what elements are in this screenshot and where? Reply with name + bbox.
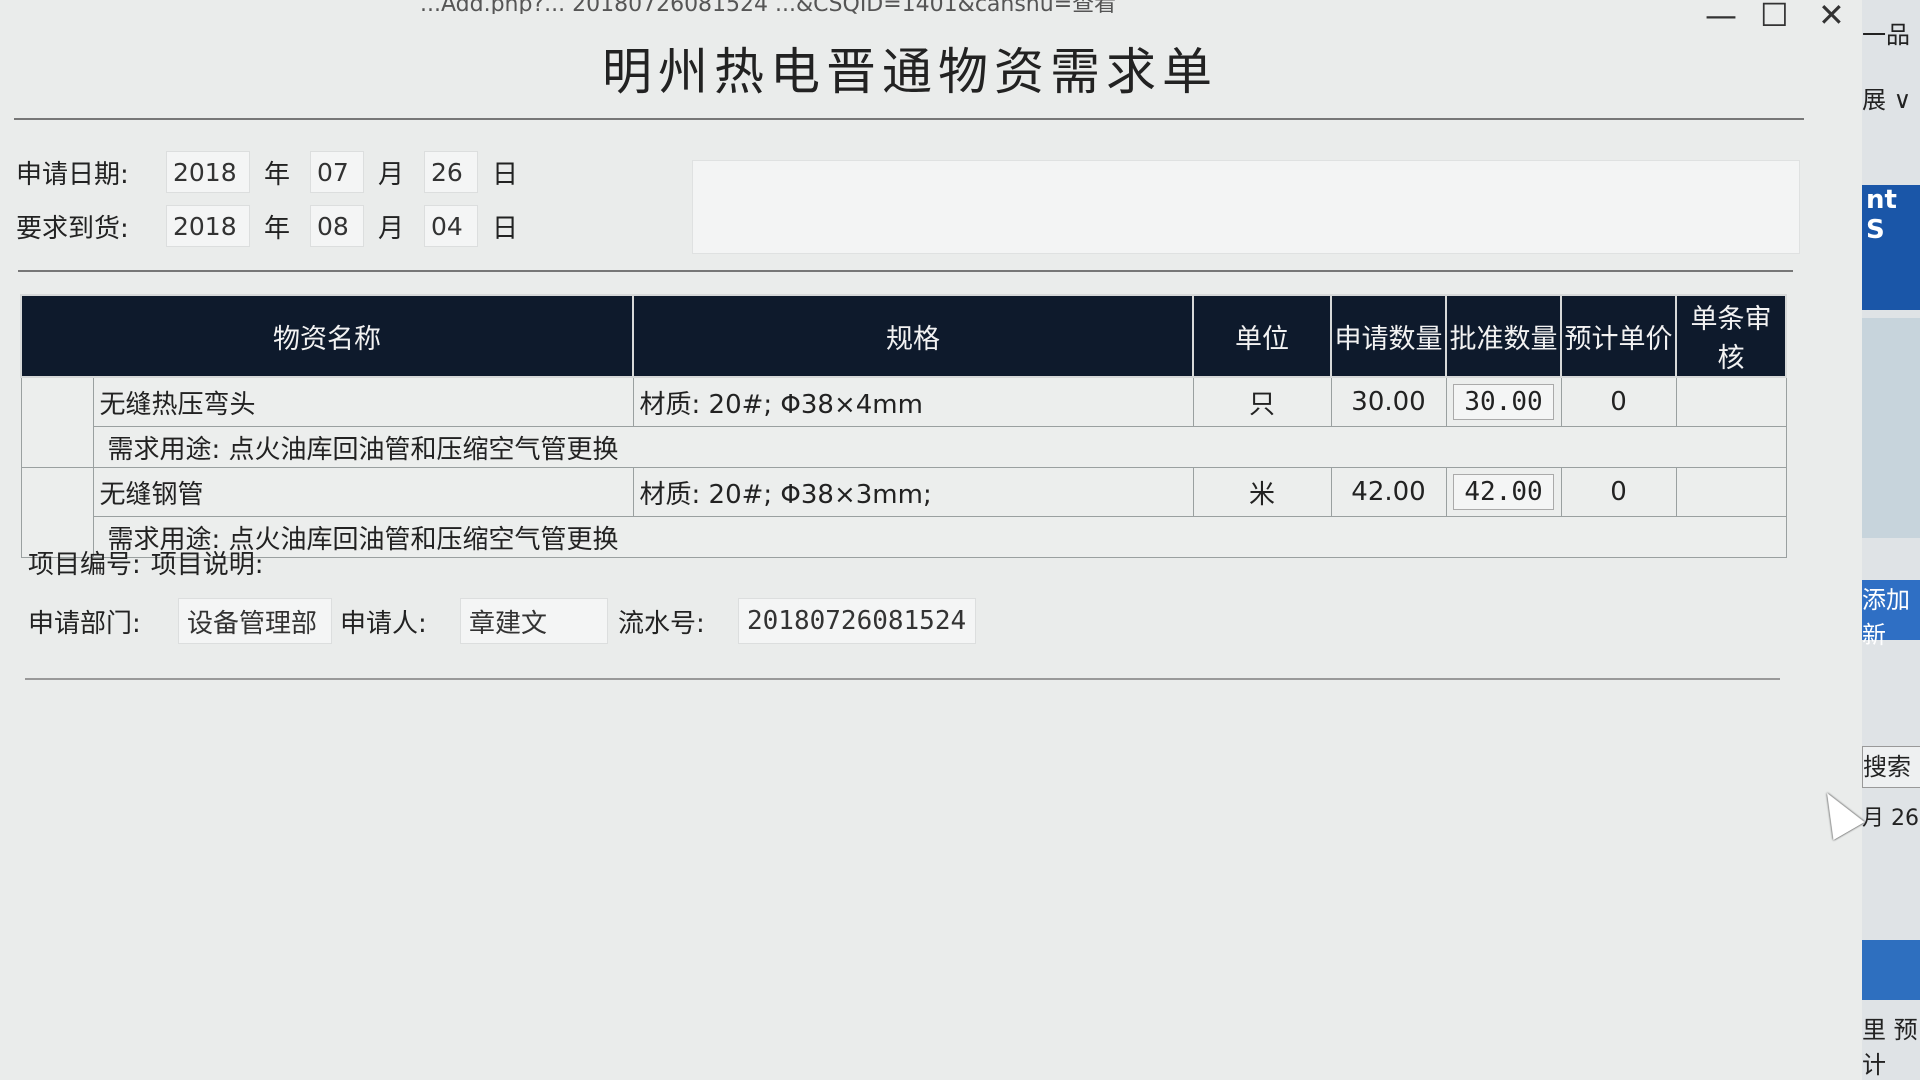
project-no-label: 项目编号: <box>28 550 141 580</box>
project-desc-label: 项目说明: <box>150 550 264 580</box>
apply-year-field[interactable]: 2018 <box>166 151 250 193</box>
item-purpose: 需求用途: 点火油库回油管和压缩空气管更换 <box>92 426 1787 468</box>
remarks-area[interactable] <box>692 160 1800 254</box>
serial-field[interactable]: 20180726081524 <box>738 598 976 644</box>
bg-image <box>1862 318 1920 538</box>
approved-qty-cell: 42.00 <box>1445 467 1562 517</box>
divider <box>14 118 1804 120</box>
item-est-price: 0 <box>1560 467 1677 517</box>
window-title: ...Add.php?... 20180726081524 ...&CSQID=… <box>420 0 1117 14</box>
form-title: 明州热电晋通物资需求单 <box>602 43 1218 101</box>
table-header-row: 物资名称 规格 单位 申请数量 批准数量 预计单价 单条审核 <box>20 294 1787 378</box>
header-est-price: 预计单价 <box>1560 294 1677 378</box>
table-row-purpose: 需求用途: 点火油库回油管和压缩空气管更换 <box>21 516 1787 558</box>
item-unit: 米 <box>1192 467 1332 517</box>
header-review: 单条审核 <box>1675 294 1787 378</box>
bg-top-text: 一品 <box>1862 21 1910 49</box>
item-review[interactable] <box>1675 467 1787 517</box>
item-spec: 材质: 20#; Φ38×4mm <box>632 376 1194 427</box>
item-name: 无缝钢管 <box>92 467 634 517</box>
project-row: 项目编号: 项目说明: <box>28 544 264 581</box>
serial-label: 流水号: <box>618 608 705 639</box>
item-spec: 材质: 20#; Φ38×3mm; <box>632 467 1194 517</box>
bg-search-button[interactable]: 搜索 <box>1862 746 1920 788</box>
dept-label: 申请部门: <box>28 608 141 639</box>
approved-qty-field[interactable]: 30.00 <box>1453 384 1554 420</box>
applicant-field[interactable]: 章建文 <box>460 598 608 644</box>
required-date-label: 要求到货: <box>16 213 129 244</box>
item-est-price: 0 <box>1560 376 1677 427</box>
item-apply-qty: 30.00 <box>1330 376 1447 427</box>
header-spec: 规格 <box>632 294 1194 378</box>
bg-add-button[interactable]: 添加新 <box>1862 580 1920 649</box>
item-unit: 只 <box>1192 376 1332 427</box>
approved-qty-cell: 30.00 <box>1445 376 1562 427</box>
item-purpose: 需求用途: 点火油库回油管和压缩空气管更换 <box>92 516 1787 558</box>
bg-footer-labels: 里 预计 <box>1862 1016 1918 1079</box>
close-button[interactable]: ✕ <box>1818 0 1845 31</box>
row-index-cell <box>20 376 94 468</box>
apply-date-label: 申请日期: <box>16 159 129 190</box>
bg-date-fragment: 月 26 <box>1862 806 1919 831</box>
apply-date-row: 申请日期: 2018 年 07 月 26 日 <box>16 150 538 194</box>
dept-field[interactable]: 设备管理部 <box>178 598 332 644</box>
header-unit: 单位 <box>1192 294 1332 378</box>
required-year-field[interactable]: 2018 <box>166 205 250 247</box>
applicant-label: 申请人: <box>340 608 427 639</box>
required-day-field[interactable]: 04 <box>424 205 479 247</box>
divider <box>25 678 1780 680</box>
header-approved-qty: 批准数量 <box>1445 294 1562 378</box>
year-unit: 年 <box>264 213 291 244</box>
item-name: 无缝热压弯头 <box>92 376 634 427</box>
item-review[interactable] <box>1675 376 1787 427</box>
day-unit: 日 <box>492 213 519 244</box>
bg-expand-dropdown[interactable]: 展 ∨ <box>1862 80 1920 114</box>
table-row: 无缝钢管 材质: 20#; Φ38×3mm; 米 42.00 42.00 0 <box>20 467 1787 558</box>
divider <box>18 270 1793 272</box>
year-unit: 年 <box>264 159 291 190</box>
required-month-field[interactable]: 08 <box>310 205 365 247</box>
bg-table-header <box>1862 940 1920 1000</box>
month-unit: 月 <box>378 159 405 190</box>
apply-day-field[interactable]: 26 <box>424 151 479 193</box>
header-apply-qty: 申请数量 <box>1330 294 1447 378</box>
apply-month-field[interactable]: 07 <box>310 151 365 193</box>
requisition-window: ...Add.php?... 20180726081524 ...&CSQID=… <box>0 0 1870 1080</box>
required-date-row: 要求到货: 2018 年 08 月 04 日 <box>16 204 538 248</box>
background-window: 一品 展 ∨ nt S 添加新 搜索 月 26 里 预计 <box>1862 0 1920 1080</box>
bg-banner: nt S <box>1862 185 1920 310</box>
maximize-button[interactable]: ☐ <box>1760 0 1789 31</box>
minimize-button[interactable]: — <box>1705 0 1737 31</box>
item-apply-qty: 42.00 <box>1330 467 1447 517</box>
items-table: 物资名称 规格 单位 申请数量 批准数量 预计单价 单条审核 无缝热压弯头 材质… <box>20 294 1787 558</box>
month-unit: 月 <box>378 213 405 244</box>
day-unit: 日 <box>492 159 519 190</box>
header-name: 物资名称 <box>20 294 634 378</box>
applicant-row: 申请部门: 设备管理部 申请人: 章建文 流水号: 20180726081524 <box>28 598 976 644</box>
approved-qty-field[interactable]: 42.00 <box>1453 474 1554 510</box>
table-row: 无缝热压弯头 材质: 20#; Φ38×4mm 只 30.00 30.00 0 <box>20 376 1787 468</box>
table-row-purpose: 需求用途: 点火油库回油管和压缩空气管更换 <box>21 426 1787 468</box>
